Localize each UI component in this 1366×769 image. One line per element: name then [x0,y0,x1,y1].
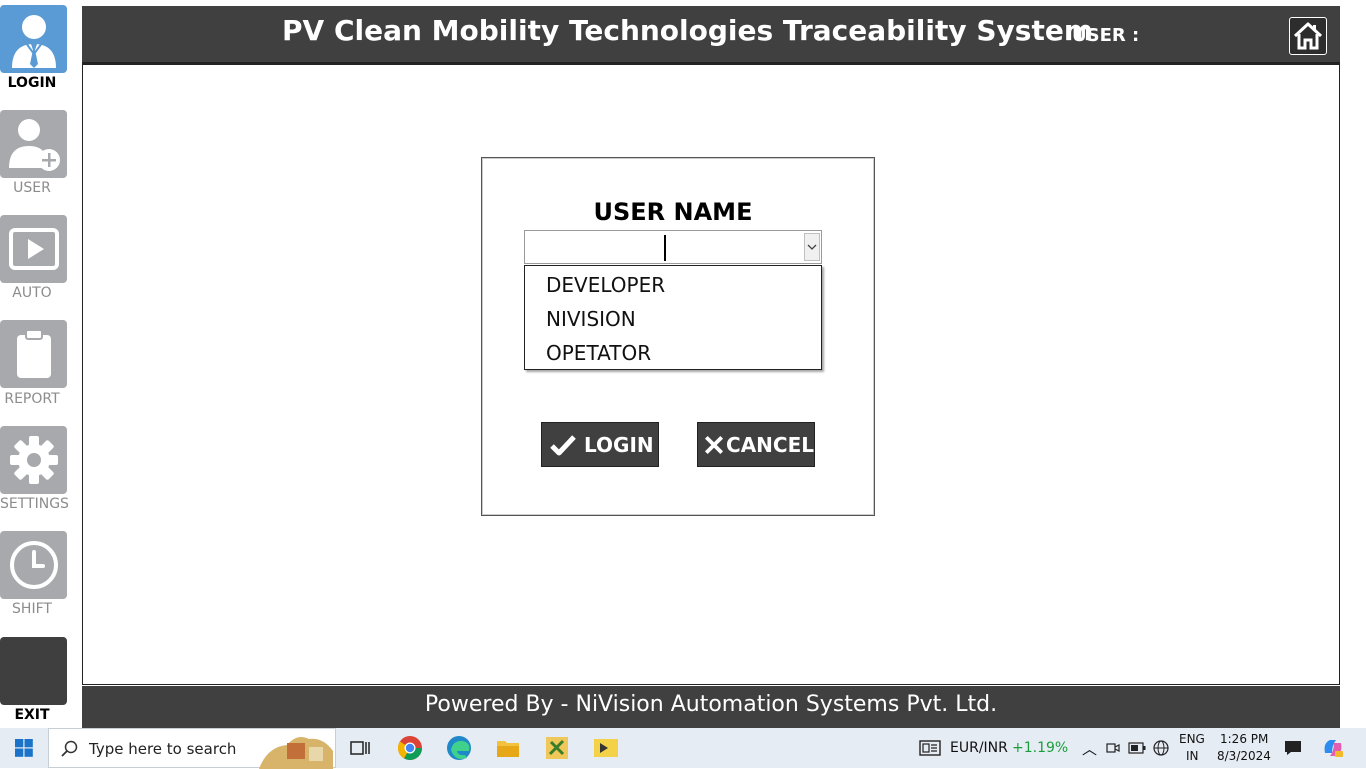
language-line2[interactable]: IN [1186,749,1199,763]
task-view-icon [350,741,370,755]
sidebar-label-user: USER [13,180,51,196]
taskbar-app-tools[interactable] [543,734,571,762]
app-title: PV Clean Mobility Technologies Traceabil… [282,14,1093,47]
ticker-name[interactable]: EUR/INR [950,740,1008,756]
search-icon [61,740,78,757]
show-hidden-icons-icon[interactable]: ︿ [1082,738,1097,759]
network-globe-icon[interactable] [1153,740,1169,756]
dropdown-option-nivision[interactable]: NIVISION [546,307,636,331]
sidebar-label-settings: SETTINGS [0,496,69,512]
clipboard-icon [16,329,51,378]
text-caret [664,235,666,261]
task-view-button[interactable] [346,734,374,762]
taskbar-app-labview[interactable] [592,734,620,762]
sidebar-item-exit[interactable] [0,637,67,705]
add-user-icon [8,119,60,171]
cancel-button[interactable]: CANCEL [697,422,815,467]
dropdown-option-developer[interactable]: DEVELOPER [546,273,665,297]
windows-taskbar: Type here to search EUR/INR +1.19% ︿ ENG… [0,728,1366,769]
meet-now-icon[interactable] [1106,741,1120,755]
tools-app-icon [546,737,568,759]
clock-date[interactable]: 8/3/2024 [1217,749,1271,763]
taskbar-edge[interactable] [445,734,473,762]
gear-icon [9,436,58,484]
notifications-icon[interactable] [1284,740,1302,756]
chevron-down-icon [807,244,817,250]
ticker-change[interactable]: +1.19% [1012,740,1068,756]
username-dropdown-list: DEVELOPER NIVISION OPETATOR [524,265,822,370]
start-button[interactable] [0,728,48,768]
taskbar-file-explorer[interactable] [494,734,522,762]
footer-text: Powered By - NiVision Automation Systems… [424,692,998,717]
sidebar-label-exit: EXIT [14,707,50,723]
edge-icon [447,736,471,760]
login-button-label: LOGIN [584,432,654,457]
home-button[interactable] [1289,17,1327,55]
sidebar-item-settings[interactable] [0,426,67,494]
dropdown-option-opetator[interactable]: OPETATOR [546,341,651,365]
username-label: USER NAME [593,198,753,226]
sidebar-item-shift[interactable] [0,531,67,599]
dropdown-toggle[interactable] [804,233,820,261]
chrome-icon [398,736,422,761]
sidebar-item-login[interactable] [0,5,67,73]
home-icon [1293,22,1323,50]
sidebar-label-shift: SHIFT [12,601,52,617]
windows-logo-icon [15,739,33,757]
language-line1[interactable]: ENG [1179,732,1205,746]
news-widget-icon[interactable] [919,740,941,756]
current-user-label: USER : [1072,25,1140,46]
play-icon [8,228,59,270]
footer-bar: Powered By - NiVision Automation Systems… [82,686,1340,728]
check-icon [550,434,576,455]
clock-icon [9,541,58,589]
sidebar-item-user[interactable] [0,110,67,178]
cancel-button-label: CANCEL [726,432,814,457]
search-placeholder: Type here to search [89,740,237,758]
login-button[interactable]: LOGIN [541,422,659,467]
copilot-icon[interactable] [1322,737,1344,759]
taskbar-chrome[interactable] [396,734,424,762]
clock-time[interactable]: 1:26 PM [1220,732,1268,746]
battery-icon[interactable] [1128,742,1146,754]
sidebar-label-login: LOGIN [7,75,57,91]
username-combobox[interactable] [524,230,822,264]
header-bar: PV Clean Mobility Technologies Traceabil… [82,6,1340,65]
taskbar-search-box[interactable]: Type here to search [48,728,336,769]
sidebar-label-auto: AUTO [12,285,52,301]
search-highlight-icon [259,737,333,769]
labview-app-icon [594,739,618,757]
close-icon [704,435,724,454]
sidebar-item-report[interactable] [0,320,67,388]
folder-icon [497,741,519,757]
sidebar-item-auto[interactable] [0,215,67,283]
sidebar-label-report: REPORT [4,391,60,407]
user-tie-icon [11,15,56,68]
